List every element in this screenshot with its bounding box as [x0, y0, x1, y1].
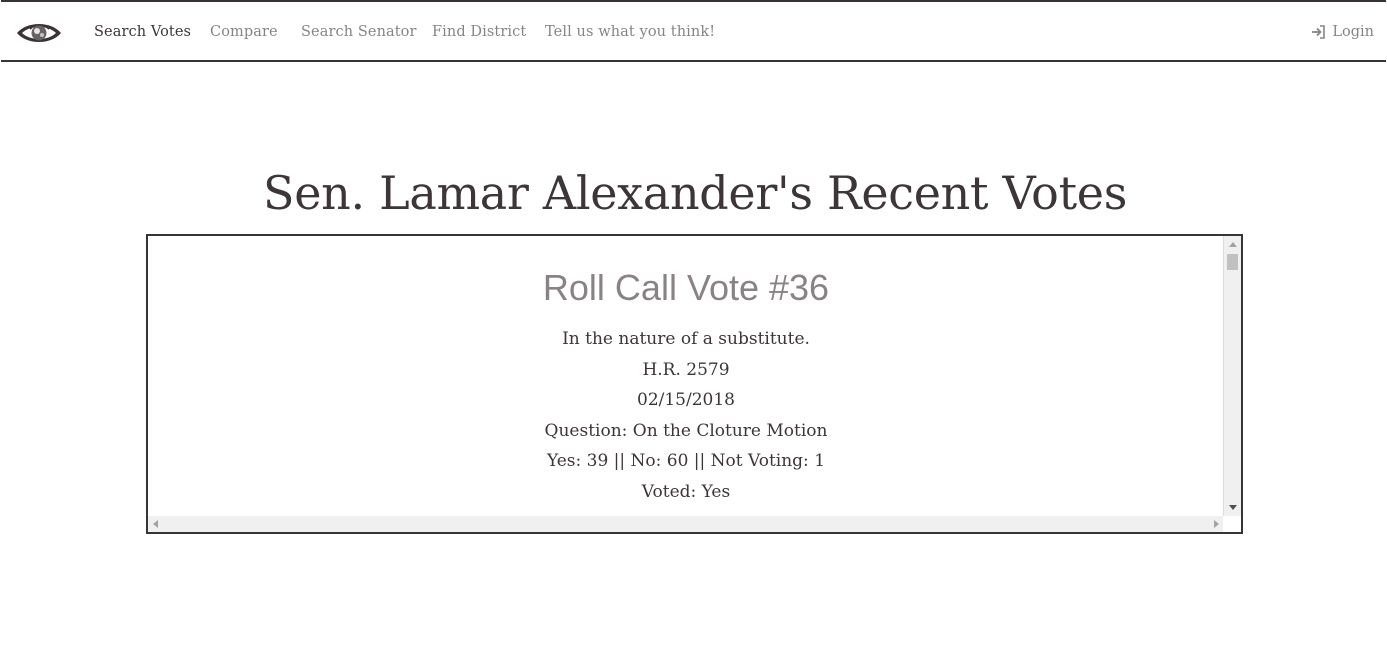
page-title: Sen. Lamar Alexander's Recent Votes: [263, 166, 1127, 220]
scroll-left-arrow-icon[interactable]: [153, 520, 158, 528]
vote-tally: Yes: 39 || No: 60 || Not Voting: 1: [546, 451, 826, 471]
vote-result: Voted: Yes: [641, 481, 731, 502]
votes-scroll-panel[interactable]: Roll Call Vote #36 In the nature of a su…: [146, 234, 1243, 534]
login-label: Login: [1332, 24, 1374, 40]
eye-logo-icon[interactable]: [15, 18, 63, 48]
nav-compare[interactable]: Compare: [210, 24, 278, 40]
scroll-up-arrow-icon[interactable]: [1229, 242, 1237, 247]
scroll-right-arrow-icon[interactable]: [1214, 520, 1219, 528]
vote-heading: Roll Call Vote #36: [542, 267, 830, 308]
vote-bill: H.R. 2579: [642, 359, 730, 380]
nav-feedback[interactable]: Tell us what you think!: [545, 24, 715, 40]
vertical-scrollbar[interactable]: [1223, 236, 1241, 516]
vote-card: Roll Call Vote #36 In the nature of a su…: [148, 236, 1224, 507]
login-button[interactable]: Login: [1311, 24, 1374, 40]
nav-search-votes[interactable]: Search Votes: [94, 24, 191, 40]
scroll-down-arrow-icon[interactable]: [1229, 505, 1237, 510]
nav-find-district[interactable]: Find District: [432, 24, 526, 40]
vote-question: Question: On the Cloture Motion: [544, 420, 828, 441]
nav-search-senator[interactable]: Search Senator: [301, 24, 417, 40]
vote-description: In the nature of a substitute.: [562, 329, 810, 349]
top-navbar: Search Votes Compare Search Senator Find…: [1, 0, 1386, 62]
vote-date: 02/15/2018: [637, 390, 735, 410]
sign-in-icon: [1311, 25, 1326, 39]
vertical-scroll-thumb[interactable]: [1227, 254, 1238, 270]
horizontal-scrollbar[interactable]: [148, 516, 1224, 532]
scrollbar-corner: [1223, 516, 1241, 532]
